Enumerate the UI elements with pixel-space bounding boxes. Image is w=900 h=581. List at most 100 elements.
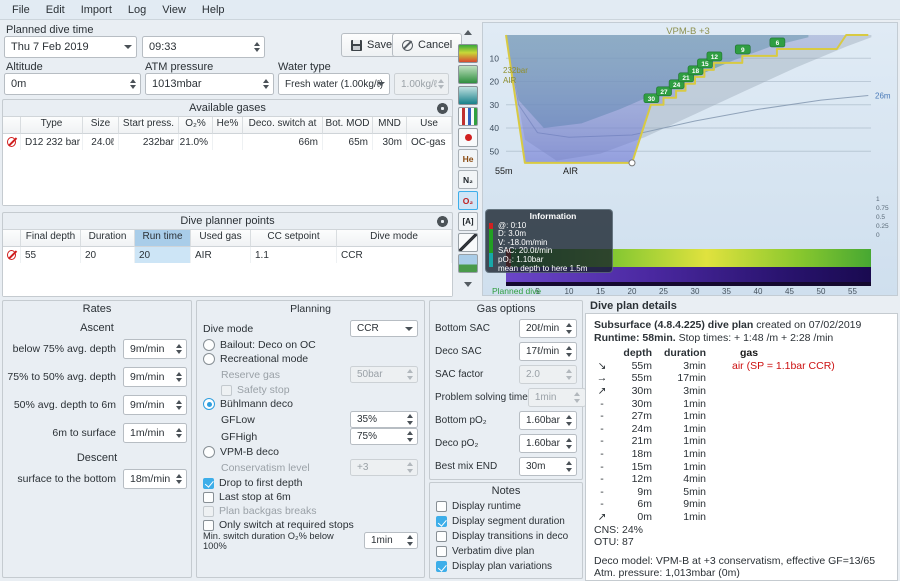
checkbox-icon[interactable] (203, 506, 214, 517)
vpmb-radio-row[interactable]: VPM-B deco (203, 445, 418, 459)
point-final-depth-cell[interactable]: 55 (21, 247, 81, 263)
atm-pressure-spinbox[interactable]: 1013mbar (145, 73, 274, 95)
spinner-arrows-icon[interactable] (125, 74, 140, 94)
radio-icon[interactable] (203, 398, 215, 410)
gas-type-cell[interactable]: D12 232 bar (21, 134, 83, 150)
spinner-arrows-icon[interactable] (171, 396, 186, 414)
gases-column-header[interactable]: MND (373, 117, 407, 134)
note-option-row[interactable]: Display transitions in deco (430, 529, 582, 544)
spinner-arrows-icon[interactable] (402, 429, 417, 444)
settings-icon[interactable] (437, 216, 448, 227)
dive-time-spinbox[interactable]: 09:33 (142, 36, 265, 58)
point-table-row[interactable]: 55 20 20 AIR 1.1 CCR (3, 247, 452, 263)
menu-item[interactable]: File (4, 2, 38, 18)
spinner-arrows-icon[interactable] (171, 340, 186, 358)
heart-rate-icon[interactable] (458, 128, 478, 147)
gas-mnd-cell[interactable]: 30m (373, 134, 407, 150)
note-option-row[interactable]: Display segment duration (430, 514, 582, 529)
gas-option-spinbox[interactable]: 1.60bar (519, 411, 577, 430)
radio-icon[interactable] (203, 339, 215, 351)
gas-option-spinbox[interactable]: 2.0 (519, 365, 577, 384)
points-column-header[interactable]: Final depth (21, 230, 81, 247)
spinner-arrows-icon[interactable] (433, 74, 448, 94)
remove-gas-icon[interactable] (3, 134, 21, 150)
spinner-arrows-icon[interactable] (570, 389, 585, 406)
min-switch-spinbox[interactable]: 1min (364, 532, 418, 549)
point-run-time-cell[interactable]: 20 (135, 247, 191, 263)
rate-spinbox[interactable]: 9m/min (123, 367, 187, 387)
gases-column-header[interactable]: Bot. MOD (323, 117, 373, 134)
gas-o2-cell[interactable]: 21.0% (179, 134, 213, 150)
bailout-radio-row[interactable]: Bailout: Deco on OC (203, 338, 418, 352)
gfhigh-spinbox[interactable]: 75% (350, 428, 418, 445)
dropdown-chevron-icon[interactable] (120, 37, 136, 57)
gases-column-header[interactable]: He% (213, 117, 243, 134)
gas-start-pressure-cell[interactable]: 232bar (119, 134, 179, 150)
point-cc-setpoint-cell[interactable]: 1.1 (251, 247, 337, 263)
altitude-spinbox[interactable]: 0m (4, 73, 141, 95)
gas-option-spinbox[interactable]: 20ℓ/min (519, 319, 577, 338)
reserve-gas-spinbox[interactable]: 50bar (350, 366, 418, 383)
spinner-arrows-icon[interactable] (171, 424, 186, 442)
ruler-icon[interactable] (458, 233, 478, 252)
points-column-header[interactable] (3, 230, 21, 247)
gases-column-header[interactable]: O₂% (179, 117, 213, 134)
menu-item[interactable]: Log (120, 2, 154, 18)
menu-item[interactable]: Import (73, 2, 120, 18)
gas-he-cell[interactable] (213, 134, 243, 150)
checkbox-icon[interactable] (436, 546, 447, 557)
spinner-arrows-icon[interactable] (402, 412, 417, 427)
spinner-arrows-icon[interactable] (171, 368, 186, 386)
pp-he-icon[interactable]: He (458, 149, 478, 168)
points-column-header[interactable]: Used gas (191, 230, 251, 247)
checkbox-icon[interactable] (203, 520, 214, 531)
points-column-header[interactable]: Duration (81, 230, 135, 247)
spinner-arrows-icon[interactable] (561, 320, 576, 337)
note-option-row[interactable]: Display runtime (430, 499, 582, 514)
scroll-up-icon[interactable] (458, 23, 478, 42)
gflow-spinbox[interactable]: 35% (350, 411, 418, 428)
buhlmann-radio-row[interactable]: Bühlmann deco (203, 397, 418, 411)
settings-icon[interactable] (437, 103, 448, 114)
note-option-row[interactable]: Verbatim dive plan (430, 544, 582, 559)
gas-option-spinbox[interactable]: 1min (528, 388, 586, 407)
rate-spinbox[interactable]: 9m/min (123, 339, 187, 359)
planning-option-row[interactable]: Plan backgas breaks (203, 504, 418, 518)
dive-plan-details-text[interactable]: Subsurface (4.8.4.225) dive plan created… (585, 313, 898, 581)
point-dive-mode-cell[interactable]: CCR (337, 247, 452, 263)
gases-column-header[interactable]: Use (407, 117, 452, 134)
gas-use-cell[interactable]: OC-gas (407, 134, 452, 150)
menu-item[interactable]: Edit (38, 2, 73, 18)
checkbox-icon[interactable] (203, 478, 214, 489)
spinner-arrows-icon[interactable] (561, 412, 576, 429)
gases-column-header[interactable]: Start press. (119, 117, 179, 134)
spinner-arrows-icon[interactable] (249, 37, 264, 57)
point-used-gas-cell[interactable]: AIR (191, 247, 251, 263)
gases-column-header[interactable]: Size (83, 117, 119, 134)
gas-option-spinbox[interactable]: 30m (519, 457, 577, 476)
rate-spinbox[interactable]: 18m/min (123, 469, 187, 489)
dive-profile-chart[interactable]: 3027242118151296 10203040505101520253035… (482, 22, 898, 296)
spinner-arrows-icon[interactable] (402, 533, 417, 548)
safety-stop-row[interactable]: Safety stop (203, 383, 418, 397)
checkbox-icon[interactable] (436, 516, 447, 527)
spinner-arrows-icon[interactable] (402, 367, 417, 382)
points-column-header[interactable]: Dive mode (337, 230, 452, 247)
recreational-radio-row[interactable]: Recreational mode (203, 352, 418, 366)
spinner-arrows-icon[interactable] (171, 470, 186, 488)
menu-item[interactable]: Help (194, 2, 233, 18)
note-option-row[interactable]: Display plan variations (430, 559, 582, 574)
radio-icon[interactable] (203, 446, 215, 458)
spinner-arrows-icon[interactable] (561, 366, 576, 383)
gas-table-row[interactable]: D12 232 bar 24.0ℓ 232bar 21.0% 66m 65m 3… (3, 134, 452, 150)
radio-icon[interactable] (203, 353, 215, 365)
gas-option-spinbox[interactable]: 1.60bar (519, 434, 577, 453)
cancel-button[interactable]: Cancel (392, 33, 462, 57)
dc-ceiling-icon[interactable] (458, 65, 478, 84)
rate-spinbox[interactable]: 1m/min (123, 423, 187, 443)
planning-option-row[interactable]: Drop to first depth (203, 476, 418, 490)
point-duration-cell[interactable]: 20 (81, 247, 135, 263)
gas-size-cell[interactable]: 24.0ℓ (83, 134, 119, 150)
pp-n2-icon[interactable]: N₂ (458, 170, 478, 189)
spinner-arrows-icon[interactable] (561, 435, 576, 452)
